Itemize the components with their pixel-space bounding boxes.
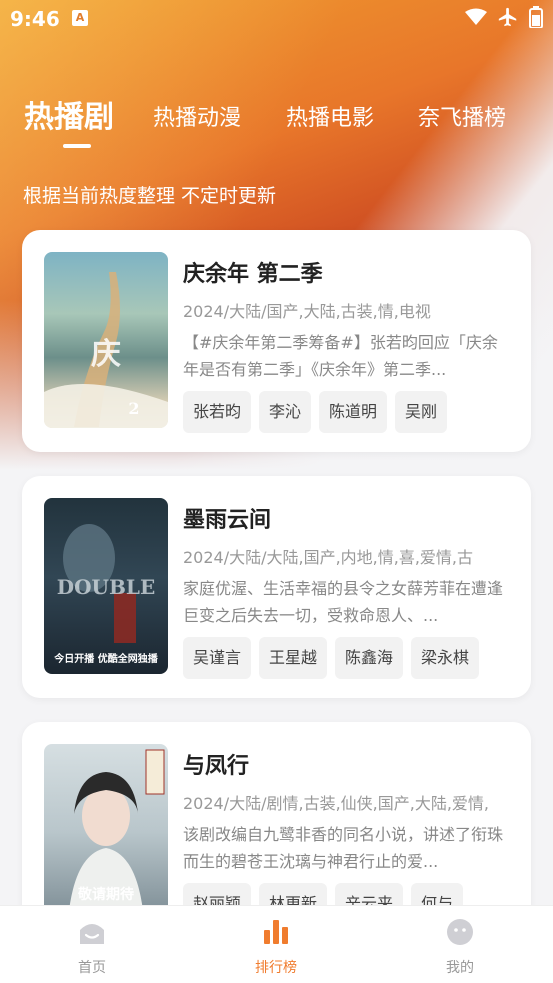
poster-art: DOUBLE — [57, 524, 155, 643]
drama-description: 该剧改编自九鹭非香的同名小说，讲述了衔珠而生的碧苍王沈璃与神君行止的爱... — [183, 825, 504, 871]
nav-profile[interactable]: 我的 — [400, 906, 520, 983]
nav-ranking-label: 排行榜 — [255, 960, 297, 976]
notification-icon: A — [72, 10, 88, 26]
category-tabs: 热播剧 热播动漫 热播电影 奈飞播榜 — [0, 92, 553, 152]
poster-caption: 今日开播 优酷全网独播 — [54, 654, 158, 665]
cast-chip[interactable]: 张若昀 — [183, 391, 252, 433]
cast-chip[interactable]: 陈鑫海 — [335, 637, 404, 679]
tab-hot-anime[interactable]: 热播动漫 — [153, 100, 241, 132]
tab-hot-movies[interactable]: 热播电影 — [286, 100, 374, 132]
ranking-card[interactable]: 庆 2 庆余年 第二季 2024/大陆/国产,大陆,古装,情,电视 【#庆余年第… — [22, 230, 531, 452]
poster-art: 庆 2 — [44, 272, 168, 428]
wifi-icon — [465, 8, 487, 25]
page-subtitle: 根据当前热度整理 不定时更新 — [23, 185, 277, 207]
tab-netflix-chart[interactable]: 奈飞播榜 — [418, 100, 506, 132]
drama-title: 庆余年 第二季 — [183, 262, 323, 287]
cast-chip[interactable]: 吴谨言 — [183, 637, 252, 679]
poster-image: 敬请期待 — [44, 744, 168, 920]
drama-meta: 2024/大陆/国产,大陆,古装,情,电视 — [183, 302, 431, 321]
status-time: 9:46 — [10, 7, 60, 31]
drama-title: 墨雨云间 — [183, 508, 272, 533]
cast-chip[interactable]: 李沁 — [259, 391, 312, 433]
drama-meta: 2024/大陆/剧情,古装,仙侠,国产,大陆,爱情, — [183, 794, 490, 813]
tab-hot-series[interactable]: 热播剧 — [24, 92, 114, 136]
poster-caption: 敬请期待 — [78, 887, 134, 903]
tab-indicator — [63, 144, 91, 148]
battery-icon — [529, 6, 543, 28]
cast-list: 吴谨言 王星越 陈鑫海 梁永棋 — [183, 637, 480, 679]
ranking-card[interactable]: DOUBLE 今日开播 优酷全网独播 墨雨云间 2024/大陆/大陆,国产,内地… — [22, 476, 531, 698]
cast-list: 张若昀 李沁 陈道明 吴刚 — [183, 391, 448, 433]
drama-description: 【#庆余年第二季筹备#】张若昀回应「庆余年是否有第二季」《庆余年》第二季... — [183, 333, 498, 379]
status-icons — [465, 6, 543, 28]
home-icon — [80, 924, 104, 944]
cast-chip[interactable]: 吴刚 — [395, 391, 448, 433]
bar-chart-icon — [264, 920, 288, 944]
nav-home-label: 首页 — [78, 960, 106, 976]
svg-text:2: 2 — [128, 399, 139, 418]
svg-text:庆: 庆 — [91, 337, 121, 372]
nav-ranking[interactable]: 排行榜 — [216, 906, 336, 983]
poster-image: 庆 2 — [44, 252, 168, 428]
svg-text:DOUBLE: DOUBLE — [57, 575, 155, 599]
drama-title: 与凤行 — [183, 754, 250, 779]
cast-chip[interactable]: 梁永棋 — [411, 637, 480, 679]
poster-image: DOUBLE 今日开播 优酷全网独播 — [44, 498, 168, 674]
cast-chip[interactable]: 王星越 — [259, 637, 328, 679]
status-bar: 9:46 A — [0, 0, 553, 38]
drama-meta: 2024/大陆/大陆,国产,内地,情,喜,爱情,古 — [183, 548, 474, 567]
profile-icon — [447, 919, 473, 945]
nav-profile-label: 我的 — [446, 960, 474, 976]
drama-description: 家庭优渥、生活幸福的县令之女薛芳菲在遭逢巨变之后失去一切，受救命恩人、... — [183, 579, 504, 625]
bottom-nav: 首页 排行榜 我的 — [0, 905, 553, 983]
airplane-icon — [498, 7, 517, 27]
cast-chip[interactable]: 陈道明 — [319, 391, 388, 433]
nav-home[interactable]: 首页 — [32, 906, 152, 983]
